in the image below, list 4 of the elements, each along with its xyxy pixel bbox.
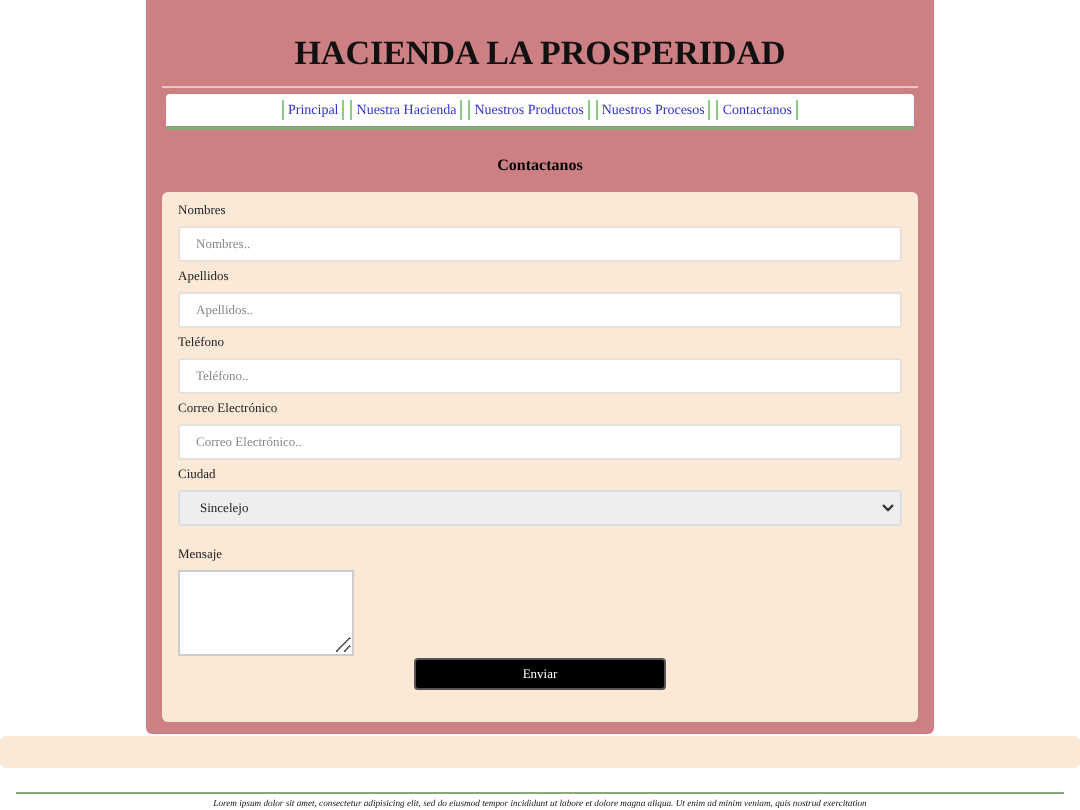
chevron-down-icon (882, 504, 894, 512)
section-title: Contactanos (495, 156, 585, 176)
message-textarea[interactable] (178, 570, 354, 656)
site-title: HACIENDA LA PROSPERIDAD (292, 34, 788, 74)
